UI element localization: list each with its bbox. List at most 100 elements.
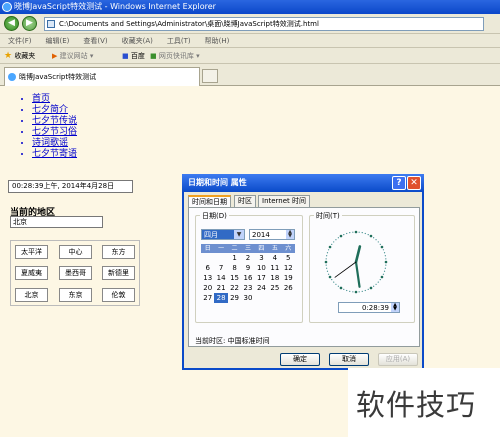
menu-favorites[interactable]: 收藏夹(A) [122,34,153,48]
menu-help[interactable]: 帮助(H) [205,34,230,48]
calendar-day[interactable]: 2 [241,253,254,263]
favorites-bar: ★ 收藏夹 ▶ 建议网站 ▾ ■ 百度 ■ 网页快讯库 ▾ [0,48,500,64]
tab-bar: 晓博JavaScript特效测试 [0,64,500,86]
calendar-day[interactable]: 16 [241,273,254,283]
calendar-day[interactable]: 22 [228,283,241,293]
calendar-day[interactable]: 24 [255,283,268,293]
spin-arrows-icon[interactable]: ▲ ▼ [286,230,294,239]
clock-textbox[interactable]: 00:28:39上午, 2014年4月28日 [8,180,133,193]
city-button[interactable]: 太平洋 [15,245,48,259]
city-button[interactable]: 北京 [15,288,48,302]
clock-tick [379,243,381,245]
weekday-label: 二 [231,245,238,252]
calendar-day[interactable]: 11 [268,263,281,273]
clock-tick [331,243,333,245]
nav-link[interactable]: 诗词歌谣 [32,138,77,149]
browser-tab[interactable]: 晓博JavaScript特效测试 [4,67,200,86]
nav-link[interactable]: 七夕节习俗 [32,127,77,138]
calendar-day[interactable]: 1 [228,253,241,263]
city-button[interactable]: 夏威夷 [15,266,48,280]
clock-tick [385,258,387,260]
menu-file[interactable]: 文件(F) [8,34,32,48]
clock-tick [369,234,373,238]
calendar-day[interactable]: 23 [241,283,254,293]
baidu-link[interactable]: ■ 百度 [122,48,145,64]
forward-arrow-icon[interactable]: ▶ [22,16,37,31]
tab-internet-time[interactable]: Internet 时间 [258,195,311,207]
clock-tick [375,239,377,241]
clock-tick [383,270,386,272]
calendar-day[interactable]: 14 [214,273,227,283]
ok-button[interactable]: 确定 [280,353,320,366]
calendar-day[interactable]: 13 [201,273,214,283]
tab-ie-icon [8,73,16,81]
nav-link[interactable]: 七夕节传说 [32,116,77,127]
calendar-day[interactable]: 25 [268,283,281,293]
star-icon: ★ [4,51,13,61]
calendar-day[interactable]: 6 [201,263,214,273]
address-row: ◀ ▶ C:\Documents and Settings\Administra… [0,14,500,34]
calendar: 日一二三四五六 1 2 3 4 5 6 7 8 9 10 11 12 13 14 15 16 17 18 19 20 2… [201,244,295,303]
clock-tick [377,281,379,283]
calendar-day[interactable]: 30 [241,293,254,303]
calendar-day[interactable]: 29 [228,293,241,303]
city-button[interactable]: 中心 [59,245,92,259]
address-bar[interactable]: C:\Documents and Settings\Administrator\… [44,17,484,31]
calendar-day[interactable]: 20 [201,283,214,293]
date-group: 日期(D) 四月 ▼ 2014 ▲ ▼ 日一二三四五六 1 2 3 4 5 6 7 8 9 10 11… [195,211,303,323]
calendar-day[interactable]: 19 [282,273,295,283]
nav-link[interactable]: 七夕节寄语 [32,149,77,160]
baidu-icon: ■ [122,52,129,60]
calendar-day[interactable]: 27 [201,293,214,303]
help-icon[interactable]: ? [392,176,406,190]
clock-tick [339,234,343,238]
suggested-sites-icon: ▶ [52,52,58,60]
menu-edit[interactable]: 编辑(E) [46,34,70,48]
region-input[interactable]: 北京 [10,216,103,228]
calendar-day[interactable]: 17 [255,273,268,283]
clock-tick [379,279,381,281]
city-button[interactable]: 墨西哥 [59,266,92,280]
city-button[interactable]: 东方 [102,245,135,259]
city-button[interactable]: 东京 [59,288,92,302]
new-tab-button[interactable] [202,69,218,83]
time-input[interactable]: 0:28:39 ▲ ▼ [338,302,400,313]
analog-clock [324,230,388,294]
favorites-button[interactable]: ★ 收藏夹 [4,48,35,64]
tab-timezone[interactable]: 时区 [234,195,256,207]
calendar-day[interactable]: 10 [255,263,268,273]
calendar-day[interactable]: 28 [214,293,228,303]
clock-tick [352,291,354,293]
calendar-day[interactable]: 8 [228,263,241,273]
calendar-day[interactable]: 21 [214,283,227,293]
nav-link[interactable]: 七夕简介 [32,105,77,116]
menu-view[interactable]: 查看(V) [83,34,107,48]
nav-link[interactable]: 首页 [32,94,77,105]
calendar-day[interactable]: 3 [255,253,268,263]
watermark-text: 软件技巧 [356,388,477,422]
city-button[interactable]: 新德里 [102,266,135,280]
web-slice-gallery[interactable]: ■ 网页快讯库 ▾ [150,48,200,64]
calendar-day[interactable]: 7 [214,263,227,273]
close-icon[interactable]: ✕ [407,176,421,190]
calendar-day[interactable]: 12 [282,263,295,273]
calendar-day[interactable]: 26 [282,283,295,293]
back-arrow-icon[interactable]: ◀ [4,16,19,31]
cancel-button[interactable]: 取消 [329,353,369,366]
calendar-day[interactable]: 15 [228,273,241,283]
apply-button[interactable]: 应用(A) [378,353,418,366]
city-button[interactable]: 伦敦 [102,288,135,302]
year-spinner[interactable]: 2014 ▲ ▼ [249,229,295,240]
month-select[interactable]: 四月 ▼ [201,229,245,240]
calendar-day[interactable]: 4 [268,253,281,263]
calendar-day[interactable]: 18 [268,273,281,283]
clock-tick [327,273,330,275]
calendar-day[interactable]: 5 [282,253,295,263]
dialog-titlebar: 日期和时间 属性 ? ✕ [182,174,424,192]
weekday-label: 日 [204,245,211,252]
webslice-icon: ■ [150,52,157,60]
menu-tools[interactable]: 工具(T) [167,34,191,48]
spin-arrows-icon[interactable]: ▲ ▼ [391,303,399,312]
suggested-sites-button[interactable]: ▶ 建议网站 ▾ [52,48,93,64]
calendar-day[interactable]: 9 [241,263,254,273]
